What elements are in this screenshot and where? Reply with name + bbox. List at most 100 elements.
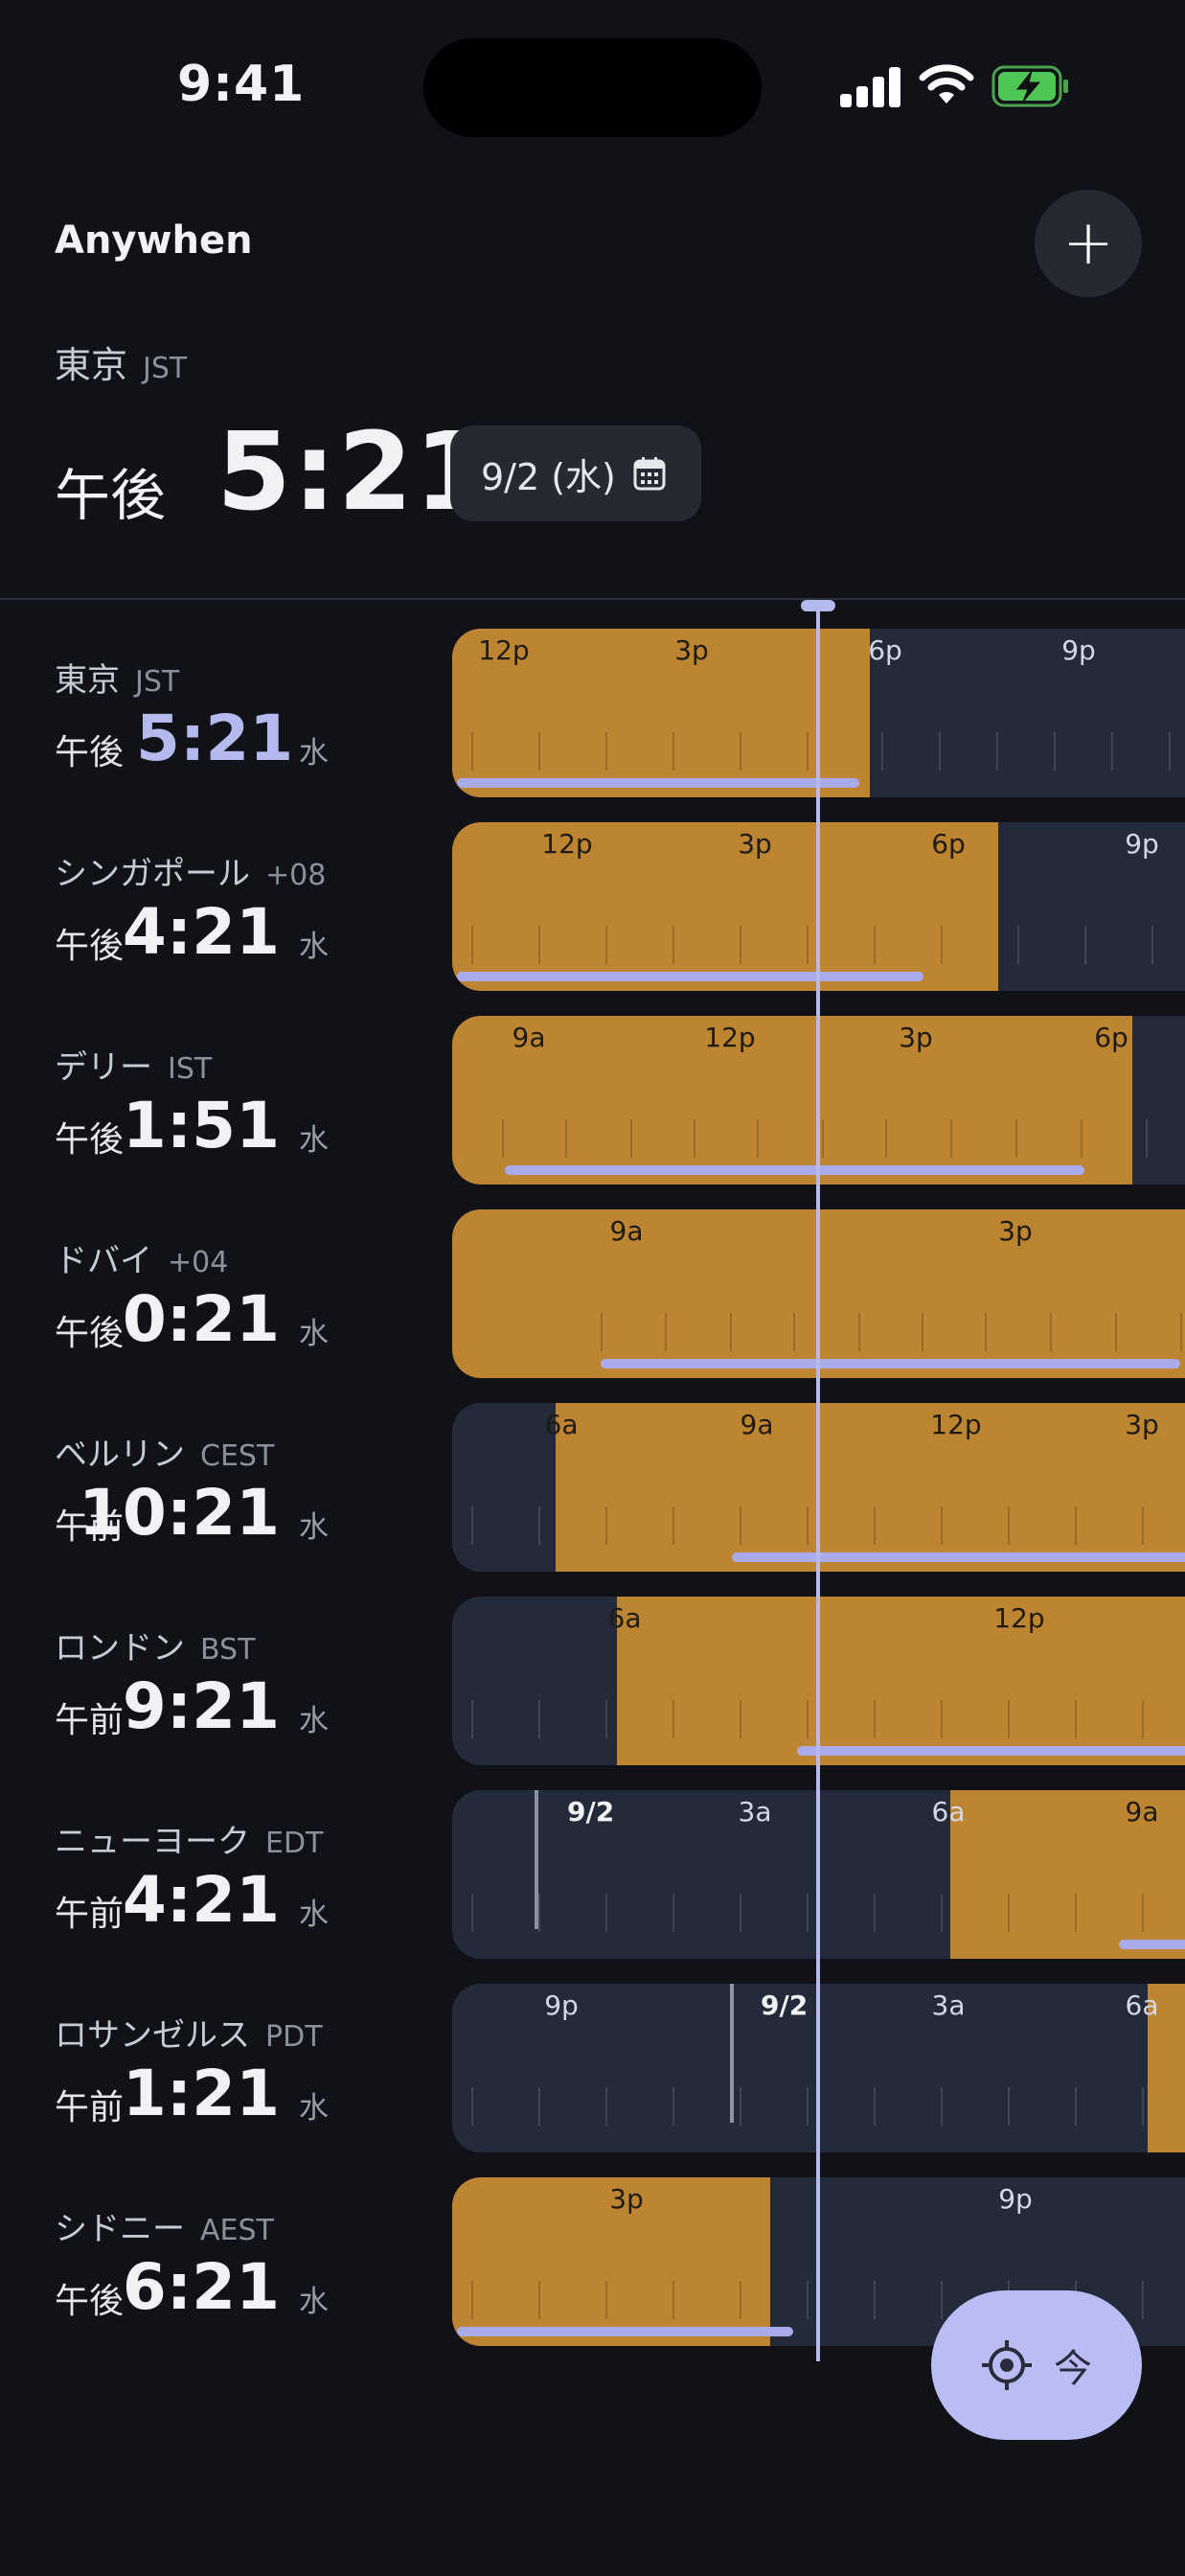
city-name: デリー xyxy=(55,1048,152,1087)
hour-tick xyxy=(1008,1894,1010,1932)
hour-tick xyxy=(672,926,674,964)
signal-icon xyxy=(840,65,901,107)
local-time: 1:21 xyxy=(122,2057,280,2130)
city-name: ベルリン xyxy=(55,1436,185,1474)
hour-label: 9a xyxy=(512,1022,546,1053)
hour-label: 3a xyxy=(738,1796,772,1828)
hour-tick xyxy=(1054,732,1056,770)
current-time-handle[interactable] xyxy=(801,600,835,611)
hour-tick xyxy=(793,1313,795,1351)
hour-tick xyxy=(1084,926,1086,964)
hour-tick xyxy=(1151,926,1153,964)
city-label: シドニー AEST xyxy=(55,2202,274,2249)
timezone-row[interactable]: ロサンゼルス PDT 午前 1:21 水 9p 9/2 3a 6a xyxy=(0,1984,1185,2152)
city-tz: +04 xyxy=(168,1246,229,1279)
hour-label: 3p xyxy=(899,1022,933,1053)
working-hours-bar xyxy=(505,1165,1084,1175)
local-time: 4:21 xyxy=(122,1863,280,1937)
hour-tick xyxy=(471,1700,473,1738)
city-tz: BST xyxy=(200,1633,256,1667)
hour-tick xyxy=(1008,1700,1010,1738)
working-hours-bar xyxy=(457,778,859,788)
hour-label: 12p xyxy=(541,828,593,860)
hour-label: 3p xyxy=(998,1215,1033,1247)
hour-tick xyxy=(885,1119,887,1158)
hour-label: 6a xyxy=(1125,1990,1159,2021)
local-time: 10:21 xyxy=(79,1476,281,1550)
hour-tick xyxy=(694,1119,695,1158)
hour-tick xyxy=(740,2087,741,2126)
city-tz: IST xyxy=(168,1052,213,1086)
hour-tick xyxy=(822,1119,824,1158)
hour-tick xyxy=(807,1700,809,1738)
date-boundary-marker xyxy=(535,1790,538,1929)
hour-label: 9p xyxy=(1061,634,1096,666)
hour-tick xyxy=(1142,1894,1144,1932)
date-picker-button[interactable]: 9/2 (水) xyxy=(450,426,701,521)
hour-tick xyxy=(538,1700,540,1738)
nighttime-segment xyxy=(452,1403,556,1572)
hour-tick xyxy=(538,926,540,964)
weekday-label: 水 xyxy=(299,2285,329,2319)
hour-label: 3p xyxy=(674,634,709,666)
hour-tick xyxy=(471,1506,473,1545)
hour-tick xyxy=(740,1700,741,1738)
jump-to-now-button[interactable]: 今 xyxy=(931,2290,1142,2440)
hour-tick xyxy=(605,1894,607,1932)
city-tz: AEST xyxy=(200,2214,274,2247)
hour-tick xyxy=(874,1700,876,1738)
hour-tick xyxy=(601,1313,603,1351)
hour-tick xyxy=(874,2087,876,2126)
timezone-row[interactable]: ベルリン CEST 午前 10:21 水 6a 9a 12p 3p xyxy=(0,1403,1185,1572)
timezone-row[interactable]: ロンドン BST 午前 9:21 水 6a 12p xyxy=(0,1597,1185,1765)
hour-tick xyxy=(1111,732,1113,770)
city-tz: JST xyxy=(135,665,180,699)
hour-tick xyxy=(874,926,876,964)
timezone-row[interactable]: 東京 JST 午後 5:21 水 12p 3p 6p 9p xyxy=(0,629,1185,797)
working-hours-bar xyxy=(457,2327,793,2336)
hour-tick xyxy=(1008,1506,1010,1545)
hour-tick xyxy=(881,732,883,770)
timezone-row[interactable]: デリー IST 午後 1:51 水 9a 12p 3p 6p xyxy=(0,1016,1185,1184)
hour-tick xyxy=(672,1894,674,1932)
hour-label: 12p xyxy=(993,1602,1045,1634)
hour-tick xyxy=(941,1506,943,1545)
main-ampm: 午後 xyxy=(55,463,167,528)
working-hours-bar xyxy=(601,1359,1180,1368)
daytime-segment xyxy=(556,1403,1185,1572)
city-tz: PDT xyxy=(265,2020,323,2054)
working-hours-bar xyxy=(797,1746,1185,1756)
nighttime-segment xyxy=(452,1790,950,1959)
hour-tick xyxy=(605,2281,607,2319)
hour-tick xyxy=(941,1894,943,1932)
weekday-label: 水 xyxy=(299,1317,329,1351)
hour-label: 9/2 xyxy=(567,1796,615,1828)
current-time-line[interactable] xyxy=(816,606,820,2361)
hour-tick xyxy=(858,1313,860,1351)
hour-label: 6a xyxy=(544,1409,579,1440)
hour-tick xyxy=(874,1894,876,1932)
hour-label: 12p xyxy=(478,634,530,666)
daytime-segment xyxy=(452,1016,1132,1184)
city-label: ニューヨーク EDT xyxy=(55,1815,323,1862)
hour-tick xyxy=(740,2281,741,2319)
timezone-row[interactable]: シンガポール +08 午後 4:21 水 12p 3p 6p 9p xyxy=(0,822,1185,991)
hour-tick xyxy=(672,2087,674,2126)
city-name: ドバイ xyxy=(55,1242,152,1280)
hour-label: 6a xyxy=(607,1602,642,1634)
hour-label: 12p xyxy=(930,1409,982,1440)
timezone-row[interactable]: ドバイ +04 午後 0:21 水 9a 3p xyxy=(0,1209,1185,1378)
hour-tick xyxy=(874,1506,876,1545)
local-time: 6:21 xyxy=(122,2250,280,2324)
hour-tick xyxy=(757,1119,759,1158)
weekday-label: 水 xyxy=(299,736,329,770)
wifi-icon xyxy=(919,64,974,104)
add-city-button[interactable]: + xyxy=(1035,190,1142,297)
timezone-row[interactable]: ニューヨーク EDT 午前 4:21 水 9/2 3a 6a 9a xyxy=(0,1790,1185,1959)
hour-tick xyxy=(950,1119,952,1158)
hour-tick xyxy=(672,732,674,770)
weekday-label: 水 xyxy=(299,1704,329,1738)
status-time: 9:41 xyxy=(177,56,306,113)
hour-tick xyxy=(1075,1894,1077,1932)
hour-label: 9p xyxy=(998,2183,1033,2215)
